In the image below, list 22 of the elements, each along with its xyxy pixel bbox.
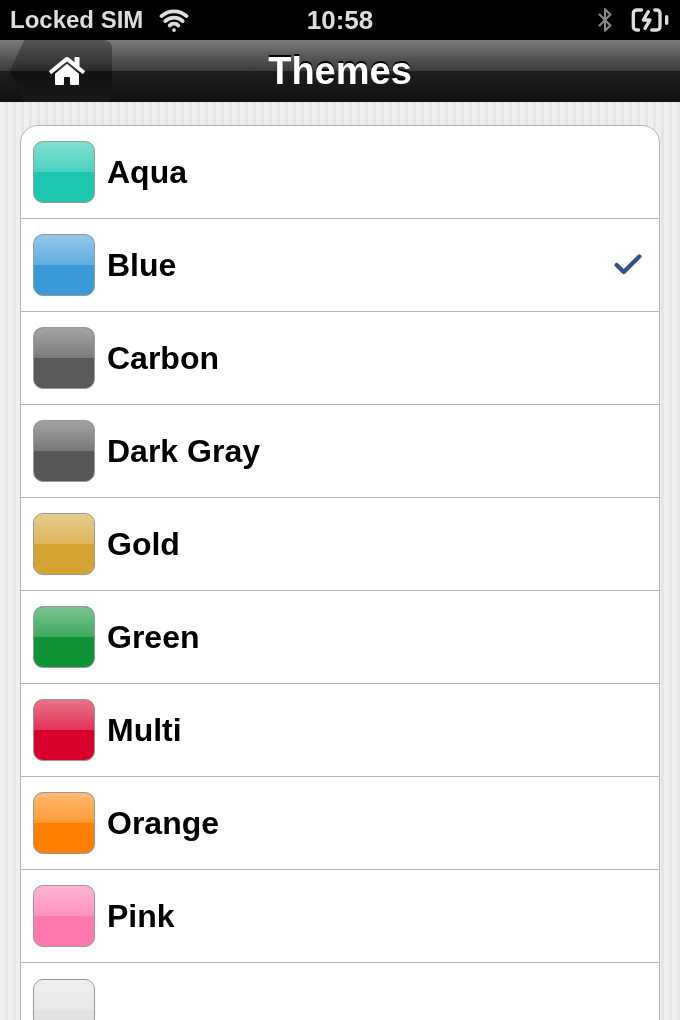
theme-name: Pink xyxy=(107,897,176,936)
theme-row[interactable]: Carbon xyxy=(21,312,659,405)
home-button[interactable] xyxy=(10,40,112,102)
theme-row[interactable]: Blue xyxy=(21,219,659,312)
theme-row[interactable]: Orange xyxy=(21,777,659,870)
theme-row[interactable]: Multi xyxy=(21,684,659,777)
theme-name: Blue xyxy=(107,246,178,285)
theme-name: Carbon xyxy=(107,339,220,378)
theme-name: Green xyxy=(107,618,201,657)
theme-name: Dark Gray xyxy=(107,432,261,471)
theme-row[interactable]: Aqua xyxy=(21,126,659,219)
theme-row[interactable]: Green xyxy=(21,591,659,684)
theme-name: Orange xyxy=(107,804,221,843)
theme-name: Gold xyxy=(107,525,181,564)
page-title: Themes xyxy=(268,48,412,94)
clock: 10:58 xyxy=(306,3,374,37)
theme-name: Aqua xyxy=(107,153,189,192)
theme-row[interactable]: Gold xyxy=(21,498,659,591)
theme-name: Multi xyxy=(107,711,183,750)
theme-row[interactable]: Dark Gray xyxy=(21,405,659,498)
theme-row[interactable]: Pink xyxy=(21,870,659,963)
carrier-label: Locked SIM xyxy=(10,5,144,35)
